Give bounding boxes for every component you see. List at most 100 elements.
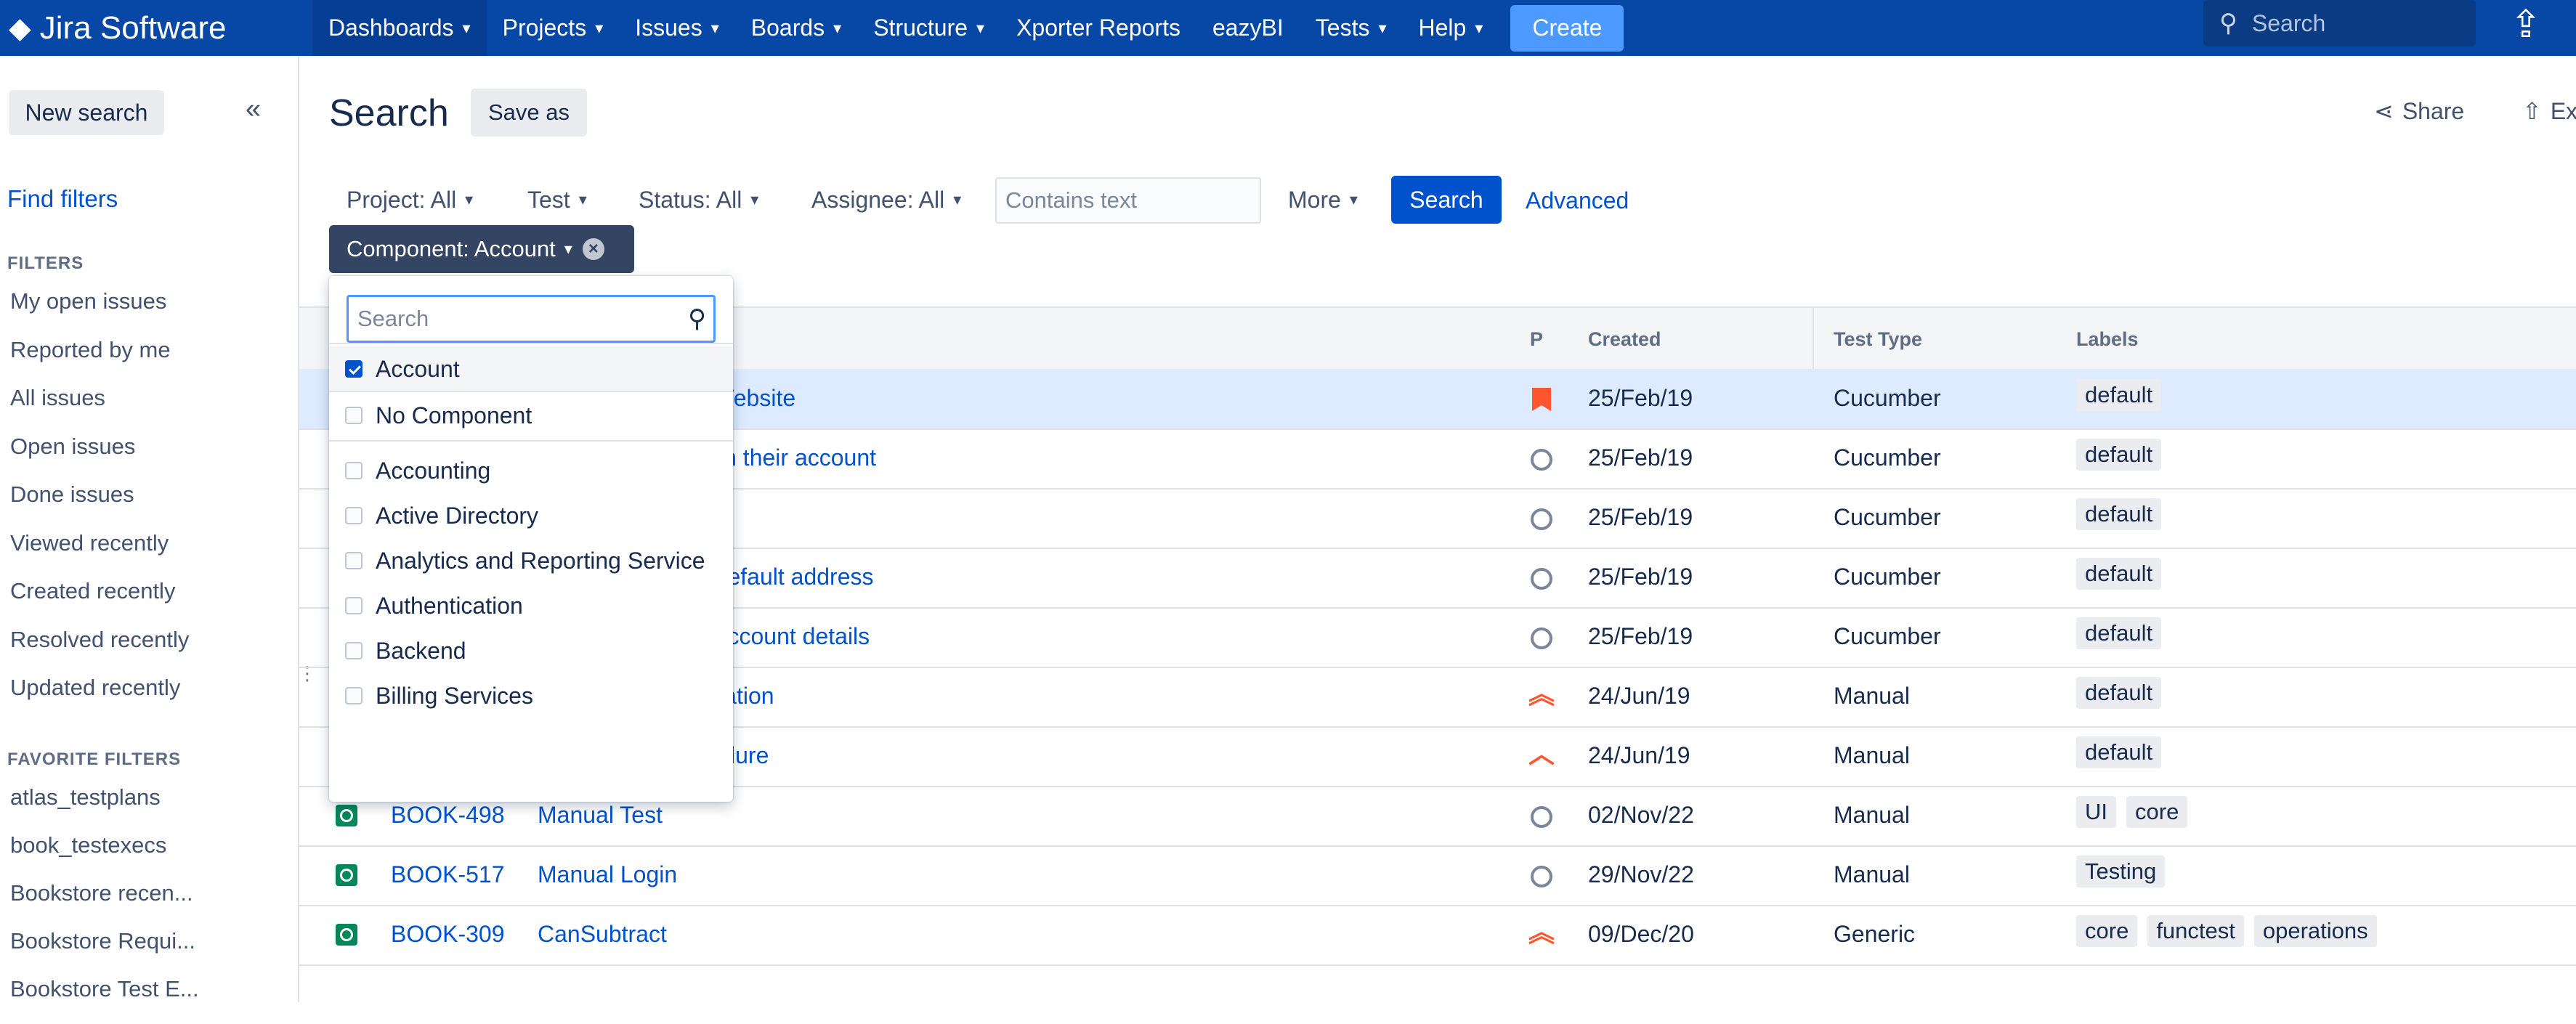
- checkbox[interactable]: [345, 642, 362, 659]
- label-badge[interactable]: Testing: [2076, 856, 2166, 887]
- search-icon: ⚲: [688, 305, 706, 333]
- component-option-account[interactable]: Account: [329, 346, 733, 392]
- save-as-button[interactable]: Save as: [471, 89, 587, 137]
- assignee-filter[interactable]: Assignee: All ▾: [794, 176, 979, 224]
- create-button[interactable]: Create: [1510, 4, 1624, 52]
- nav-item-eazybi[interactable]: eazyBI: [1196, 0, 1300, 56]
- component-option-active-directory[interactable]: Active Directory: [329, 492, 733, 539]
- label-badge[interactable]: operations: [2253, 915, 2377, 947]
- issue-summary-link[interactable]: CanSubtract: [538, 921, 667, 948]
- issue-key-link[interactable]: BOOK-498: [391, 802, 505, 829]
- component-search-input[interactable]: Search ⚲: [347, 295, 716, 343]
- component-option-analytics-and-reporting-service[interactable]: Analytics and Reporting Service: [329, 537, 733, 584]
- sidebar-filter-done-issues[interactable]: Done issues: [10, 481, 189, 530]
- label-badge[interactable]: default: [2076, 439, 2162, 471]
- sidebar-filter-updated-recently[interactable]: Updated recently: [10, 675, 189, 723]
- test-type: Cucumber: [1834, 623, 1941, 649]
- created-date: 24/Jun/19: [1588, 683, 1690, 709]
- nav-item-issues[interactable]: Issues ▾: [619, 0, 735, 56]
- labels-cell: default: [2076, 558, 2162, 590]
- label-badge[interactable]: core: [2076, 915, 2138, 947]
- issue-key-link[interactable]: BOOK-517: [391, 861, 505, 888]
- upload-icon[interactable]: ⇪: [2510, 3, 2542, 46]
- label-badge[interactable]: default: [2076, 617, 2162, 649]
- sidebar-filter-open-issues[interactable]: Open issues: [10, 434, 189, 482]
- component-filter[interactable]: Component: Account ▾ ×: [329, 225, 634, 273]
- table-row[interactable]: BOOK-517 Manual Login 29/Nov/22 Manual Testi…: [299, 845, 2576, 906]
- column-created[interactable]: Created: [1588, 328, 1661, 351]
- nav-item-projects[interactable]: Projects ▾: [487, 0, 620, 56]
- dropdown-divider: [329, 343, 733, 344]
- find-filters-link[interactable]: Find filters: [7, 185, 118, 213]
- status-filter[interactable]: Status: All ▾: [621, 176, 776, 224]
- jira-logo[interactable]: ◆ Jira Software: [9, 10, 312, 46]
- sidebar-filter-created-recently[interactable]: Created recently: [10, 578, 189, 627]
- global-search-placeholder: Search: [2251, 9, 2326, 36]
- favorite-filter-item[interactable]: book_testexecs: [10, 832, 199, 880]
- column-priority[interactable]: P: [1530, 328, 1543, 351]
- sidebar-filter-all-issues[interactable]: All issues: [10, 385, 189, 434]
- dropdown-divider: [329, 440, 733, 442]
- component-dropdown: Search ⚲ Account No Component Accounting Ac…: [329, 276, 733, 802]
- label-badge[interactable]: default: [2076, 736, 2162, 768]
- nav-item-boards[interactable]: Boards ▾: [735, 0, 857, 56]
- sidebar-filter-resolved-recently[interactable]: Resolved recently: [10, 627, 189, 675]
- chevron-down-icon: ▾: [833, 18, 842, 37]
- global-search-input[interactable]: ⚲ Search: [2203, 0, 2476, 46]
- favorite-filter-item[interactable]: Bookstore Requi...: [10, 928, 199, 976]
- column-labels[interactable]: Labels: [2076, 328, 2139, 351]
- project-filter[interactable]: Project: All ▾: [329, 176, 490, 224]
- label-badge[interactable]: default: [2076, 498, 2162, 530]
- issue-summary-link[interactable]: Manual Login: [538, 861, 677, 888]
- sidebar-filter-my-open-issues[interactable]: My open issues: [10, 288, 189, 337]
- search-button[interactable]: Search: [1391, 176, 1502, 224]
- chevron-down-icon: ▾: [1349, 190, 1358, 208]
- nav-item-help[interactable]: Help ▾: [1403, 0, 1499, 56]
- clear-filter-icon[interactable]: ×: [582, 238, 604, 260]
- priority-cell: [1527, 562, 1556, 596]
- sidebar-filter-reported-by-me[interactable]: Reported by me: [10, 337, 189, 386]
- column-divider: [1812, 308, 1814, 369]
- favorite-filter-item[interactable]: atlas_testplans: [10, 784, 199, 832]
- export-button[interactable]: ⇧ Ex: [2522, 97, 2576, 125]
- priority-cell: [1527, 383, 1556, 417]
- favorite-filter-item[interactable]: Bookstore recen...: [10, 880, 199, 928]
- nav-item-dashboards[interactable]: Dashboards ▾: [312, 0, 487, 56]
- checkbox[interactable]: [345, 597, 362, 614]
- more-filter[interactable]: More ▾: [1271, 176, 1375, 224]
- label-badge[interactable]: UI: [2076, 796, 2116, 828]
- chevron-down-icon: ▾: [1475, 18, 1483, 37]
- nav-item-xporter-reports[interactable]: Xporter Reports: [1000, 0, 1196, 56]
- double-chevron-left-icon[interactable]: «: [246, 94, 261, 125]
- label-badge[interactable]: default: [2076, 379, 2162, 411]
- component-option-billing-services[interactable]: Billing Services: [329, 672, 733, 719]
- label-badge[interactable]: functest: [2147, 915, 2244, 947]
- column-test-type[interactable]: Test Type: [1834, 328, 1922, 351]
- priority-medium-icon: [1531, 627, 1552, 649]
- component-option-authentication[interactable]: Authentication: [329, 582, 733, 629]
- label-badge[interactable]: default: [2076, 558, 2162, 590]
- label-badge[interactable]: core: [2126, 796, 2188, 828]
- checkbox[interactable]: [345, 360, 362, 378]
- nav-item-structure[interactable]: Structure ▾: [857, 0, 1000, 56]
- component-option-accounting[interactable]: Accounting: [329, 447, 733, 494]
- test-filter[interactable]: Test ▾: [510, 176, 604, 224]
- nav-item-tests[interactable]: Tests ▾: [1300, 0, 1403, 56]
- checkbox[interactable]: [345, 462, 362, 479]
- contains-text-input[interactable]: Contains text: [995, 177, 1261, 224]
- new-search-button[interactable]: New search: [9, 90, 164, 135]
- component-option-no-component[interactable]: No Component: [329, 392, 733, 439]
- share-button[interactable]: ⋖ Share: [2374, 97, 2464, 125]
- issue-summary-link[interactable]: Manual Test: [538, 802, 663, 829]
- favorite-filter-item[interactable]: Bookstore Test E...: [10, 976, 199, 1024]
- checkbox[interactable]: [345, 507, 362, 524]
- checkbox[interactable]: [345, 407, 362, 424]
- label-badge[interactable]: default: [2076, 677, 2162, 709]
- table-row[interactable]: BOOK-309 CanSubtract ︽ 09/Dec/20 Generic core…: [299, 905, 2576, 966]
- advanced-search-link[interactable]: Advanced: [1526, 187, 1629, 214]
- sidebar-filter-viewed-recently[interactable]: Viewed recently: [10, 530, 189, 579]
- checkbox[interactable]: [345, 687, 362, 704]
- issue-key-link[interactable]: BOOK-309: [391, 921, 505, 948]
- component-option-backend[interactable]: Backend: [329, 627, 733, 674]
- checkbox[interactable]: [345, 552, 362, 569]
